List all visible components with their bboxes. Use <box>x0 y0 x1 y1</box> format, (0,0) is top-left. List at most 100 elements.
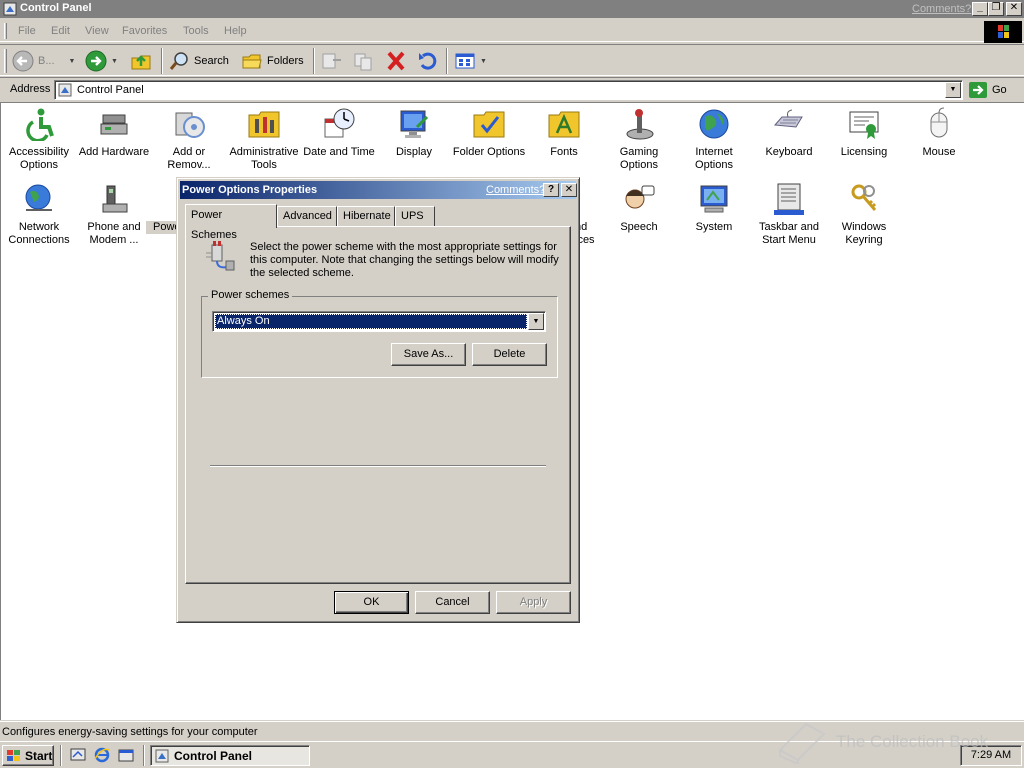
control-panel-icon <box>155 749 169 762</box>
tab-label: Power Schemes <box>191 209 237 241</box>
close-button[interactable]: ✕ <box>1006 2 1022 16</box>
folders-button[interactable]: Folders <box>241 48 304 74</box>
toolbar-grip[interactable] <box>4 49 7 73</box>
windows-logo <box>984 21 1022 43</box>
forward-dropdown-icon[interactable]: ▼ <box>111 58 118 65</box>
tab-hibernate[interactable]: Hibernate <box>337 206 395 226</box>
menubar-grip[interactable] <box>4 23 7 39</box>
cp-item-display[interactable]: Display <box>376 107 452 159</box>
cp-item-label: Administrative Tools <box>229 146 299 171</box>
menu-file[interactable]: File <box>18 25 36 37</box>
address-dropdown-button[interactable]: ▼ <box>945 82 961 98</box>
search-button[interactable]: Search <box>168 48 229 74</box>
keyboard-icon <box>773 109 803 128</box>
restore-button[interactable]: ❐ <box>988 2 1004 16</box>
forward-button[interactable]: ▼ <box>85 48 118 74</box>
delete-scheme-button[interactable]: Delete <box>472 343 547 366</box>
back-button[interactable]: B... ▼ <box>12 48 75 74</box>
menu-tools[interactable]: Tools <box>183 25 209 37</box>
internet-explorer-icon[interactable] <box>94 747 110 763</box>
apply-label: Apply <box>519 596 548 608</box>
comments-link[interactable]: Comments? <box>912 3 971 15</box>
menu-bar: File Edit View Favorites Tools Help <box>0 20 1024 42</box>
address-input[interactable]: Control Panel ▼ <box>54 80 963 100</box>
restore-icon: ❐ <box>991 2 1001 13</box>
taskbar-button-control-panel[interactable]: Control Panel <box>150 745 310 766</box>
apply-button[interactable]: Apply <box>496 591 571 614</box>
cancel-button[interactable]: Cancel <box>415 591 490 614</box>
power-scheme-select[interactable]: Always On ▼ <box>212 311 546 332</box>
tab-ups[interactable]: UPS <box>395 206 435 226</box>
cp-item-keyboard[interactable]: Keyboard <box>751 107 827 159</box>
cp-item-administrative-tools[interactable]: Administrative Tools <box>226 107 302 172</box>
copy-to-button[interactable] <box>352 48 376 74</box>
minimize-button[interactable]: _ <box>972 2 988 16</box>
address-bar: Address Control Panel ▼ Go <box>0 77 1024 101</box>
window-title: Control Panel <box>20 2 92 14</box>
speech-icon <box>625 185 655 209</box>
back-arrow-icon <box>12 50 34 72</box>
cp-item-date-and-time[interactable]: Date and Time <box>301 107 377 159</box>
cp-item-internet-options[interactable]: Internet Options <box>676 107 752 172</box>
main-window-titlebar[interactable]: Control Panel Comments? _ ❐ ✕ <box>0 0 1024 18</box>
address-value: Control Panel <box>77 84 144 96</box>
dialog-title: Power Options Properties <box>182 184 318 196</box>
move-to-button[interactable] <box>320 48 344 74</box>
views-dropdown-icon[interactable]: ▼ <box>480 58 487 65</box>
delete-label: Delete <box>493 348 526 360</box>
taskbar-button-label: Control Panel <box>174 748 253 763</box>
cp-item-licensing[interactable]: Licensing <box>826 107 902 159</box>
close-icon: ✕ <box>1009 2 1019 13</box>
dialog-comments-link[interactable]: Comments? <box>486 184 545 196</box>
menu-edit[interactable]: Edit <box>51 25 70 37</box>
cp-item-label: Accessibility Options <box>9 146 69 171</box>
dialog-close-button[interactable]: ✕ <box>561 183 577 197</box>
gaming-options-icon <box>626 109 654 140</box>
clock[interactable]: 7:29 AM <box>971 749 1011 761</box>
go-button[interactable]: Go <box>968 80 1007 100</box>
help-button[interactable]: ? <box>543 183 559 197</box>
cp-item-windows-keyring[interactable]: Windows Keyring <box>826 182 902 247</box>
scheme-dropdown-button[interactable]: ▼ <box>528 313 544 330</box>
menu-view[interactable]: View <box>85 25 109 37</box>
save-as-button[interactable]: Save As... <box>391 343 466 366</box>
ok-button[interactable]: OK <box>334 591 409 614</box>
delete-button[interactable] <box>384 48 408 74</box>
question-mark-icon: ? <box>547 184 555 195</box>
back-dropdown-icon[interactable]: ▼ <box>69 58 76 65</box>
tab-label: Advanced <box>283 210 332 222</box>
start-button[interactable]: Start <box>2 745 54 766</box>
cp-item-folder-options[interactable]: Folder Options <box>451 107 527 159</box>
cp-item-add-remove-programs[interactable]: Add or Remov... <box>151 107 227 172</box>
power-schemes-panel: Select the power scheme with the most ap… <box>185 226 571 584</box>
show-desktop-icon[interactable] <box>70 747 86 763</box>
undo-button[interactable] <box>416 48 440 74</box>
cp-item-taskbar-and-start-menu[interactable]: Taskbar and Start Menu <box>751 182 827 247</box>
display-icon <box>400 110 429 138</box>
cp-item-fonts[interactable]: Fonts <box>526 107 602 159</box>
cp-item-phone-and-modem[interactable]: Phone and Modem ... <box>76 182 152 247</box>
panel-divider <box>210 465 546 467</box>
cp-item-add-hardware[interactable]: Add Hardware <box>76 107 152 159</box>
up-folder-button[interactable] <box>130 48 152 74</box>
cp-item-network-connections[interactable]: Network Connections <box>1 182 77 247</box>
cp-item-speech[interactable]: Speech <box>601 182 677 234</box>
fonts-icon <box>548 111 580 138</box>
cp-item-accessibility-options[interactable]: Accessibility Options <box>1 107 77 172</box>
tab-power-schemes[interactable]: Power Schemes <box>185 204 277 241</box>
windows-flag-icon <box>998 25 1009 38</box>
taskbar: Start Control Panel 7:29 AM <box>0 741 1024 768</box>
power-schemes-group: Power schemes Always On ▼ Save As... Del… <box>201 289 558 378</box>
cp-item-label: Folder Options <box>452 146 526 158</box>
cp-item-label: Licensing <box>840 146 888 158</box>
cp-item-system[interactable]: System <box>676 182 752 234</box>
windows-explorer-icon[interactable] <box>118 747 134 763</box>
go-arrow-icon <box>969 82 987 98</box>
views-button[interactable]: ▼ <box>454 48 487 74</box>
menu-favorites[interactable]: Favorites <box>122 25 167 37</box>
cp-item-gaming-options[interactable]: Gaming Options <box>601 107 677 172</box>
cp-item-mouse[interactable]: Mouse <box>901 107 977 159</box>
menu-help[interactable]: Help <box>224 25 247 37</box>
dialog-titlebar[interactable]: Power Options Properties Comments? ? ✕ <box>180 181 577 199</box>
tab-advanced[interactable]: Advanced <box>277 206 337 226</box>
